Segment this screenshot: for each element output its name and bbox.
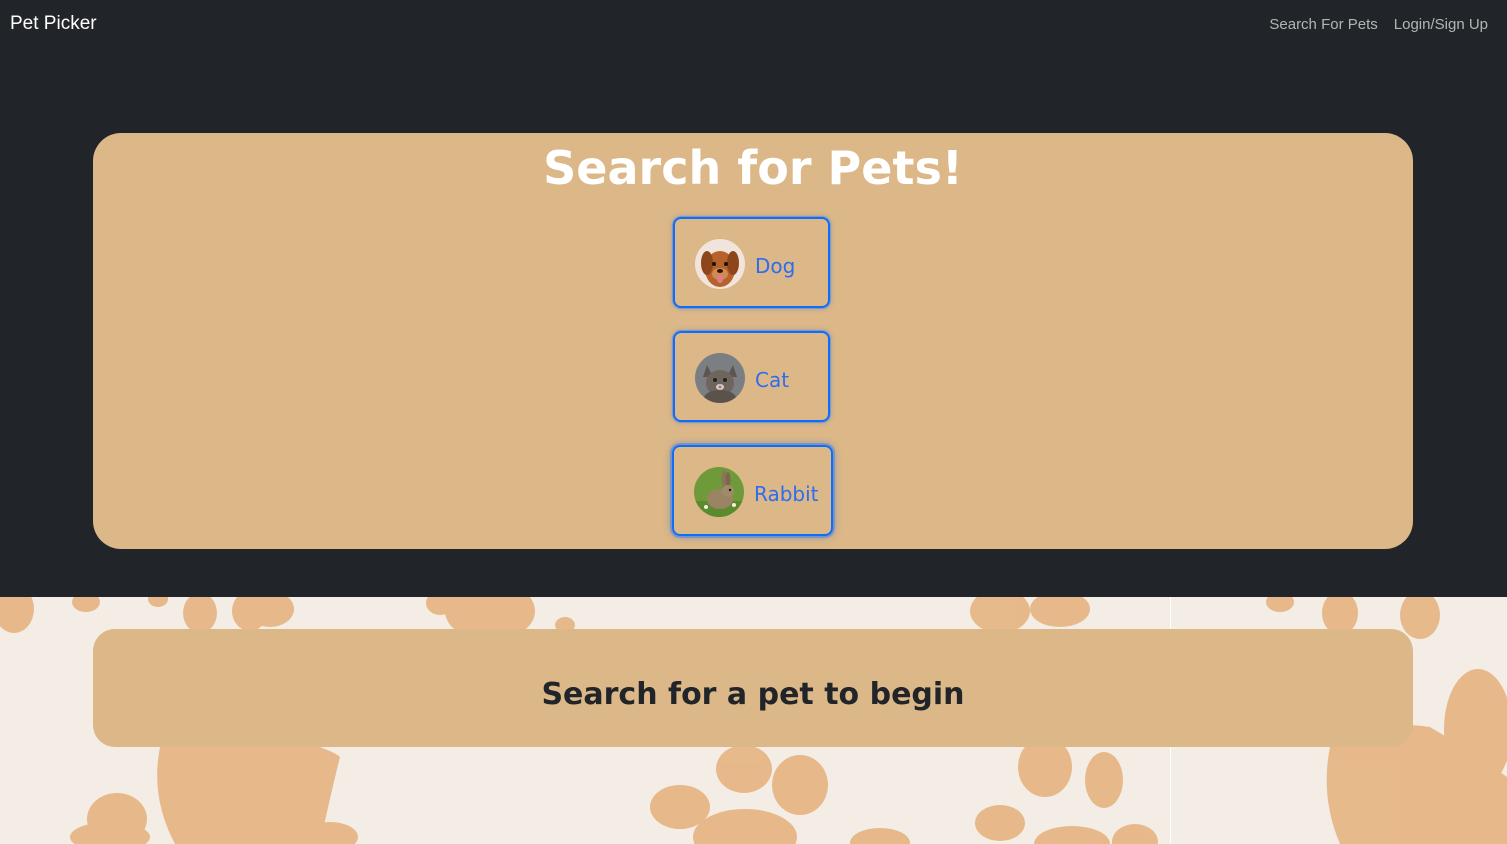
nav-search-for-pets[interactable]: Search For Pets [1269,16,1377,33]
results-card: Search for a pet to begin [93,629,1413,747]
dog-label: Dog [755,254,796,278]
nav-links: Search For Pets Login/Sign Up [1269,16,1488,33]
results-message: Search for a pet to begin [541,677,965,712]
navbar: Pet Picker Search For Pets Login/Sign Up [0,0,1507,52]
cat-icon [695,353,745,403]
cat-label: Cat [755,368,790,392]
paw-background-section: Search for a pet to begin [0,597,1507,844]
rabbit-label: Rabbit [754,482,819,506]
dog-button[interactable]: Dog [673,217,830,308]
search-title: Search for Pets! [543,141,963,195]
dog-icon [695,239,745,289]
cat-button[interactable]: Cat [673,331,830,422]
rabbit-button[interactable]: Rabbit [672,445,833,536]
search-card: Search for Pets! Dog Cat Rabbit [93,133,1413,549]
brand-logo[interactable]: Pet Picker [10,13,97,35]
nav-login-signup[interactable]: Login/Sign Up [1394,16,1488,33]
rabbit-icon [694,467,744,517]
